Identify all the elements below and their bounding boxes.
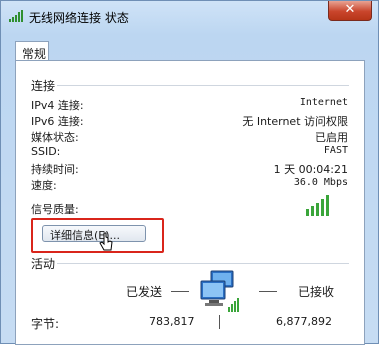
media-state-value: 已启用 [315, 131, 348, 144]
signal-quality-label: 信号质量: [31, 203, 79, 216]
duration-value: 1 天 00:04:21 [273, 163, 348, 176]
network-computers-icon [200, 270, 239, 312]
ipv6-value: 无 Internet 访问权限 [242, 115, 348, 128]
received-dash [259, 291, 277, 292]
sent-dash [171, 291, 189, 292]
status-window: 无线网络连接 状态 ✕ 常规 连接 IPv4 连接: Internet IPv6… [0, 0, 379, 345]
window-title: 无线网络连接 状态 [29, 11, 129, 25]
bytes-separator [219, 315, 220, 329]
received-label: 已接收 [298, 285, 335, 299]
duration-label: 持续时间: [31, 163, 79, 176]
media-state-label: 媒体状态: [31, 131, 79, 144]
close-button[interactable]: ✕ [328, 1, 372, 21]
connection-divider [57, 85, 349, 86]
bytes-label: 字节: [31, 317, 60, 331]
signal-quality-icon [306, 195, 329, 216]
wifi-signal-icon [9, 10, 23, 22]
bytes-sent-value: 783,817 [149, 315, 195, 328]
bytes-received-value: 6,877,892 [276, 315, 332, 328]
mouse-cursor-icon [99, 232, 113, 251]
activity-section-label: 活动 [31, 257, 56, 271]
details-button[interactable]: 详细信息(E)... [42, 225, 146, 242]
tab-general[interactable]: 常规 [15, 41, 49, 61]
speed-label: 速度: [31, 179, 57, 192]
ipv4-label: IPv4 连接: [31, 99, 84, 112]
speed-value: 36.0 Mbps [293, 177, 348, 188]
ipv6-label: IPv6 连接: [31, 115, 84, 128]
title-bar[interactable]: 无线网络连接 状态 ✕ [1, 1, 378, 31]
activity-divider [57, 263, 349, 264]
ssid-label: SSID: [31, 145, 61, 158]
ipv4-value: Internet [299, 97, 348, 108]
close-icon: ✕ [344, 2, 356, 17]
sent-label: 已发送 [126, 285, 163, 299]
connection-section-label: 连接 [31, 79, 56, 93]
ssid-value: FAST [323, 145, 348, 156]
